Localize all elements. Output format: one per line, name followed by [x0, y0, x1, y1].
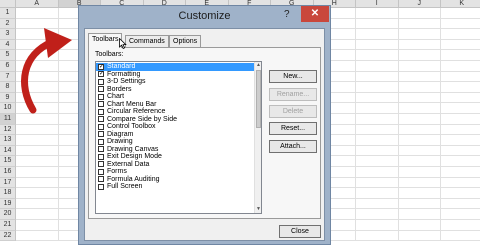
- row-header[interactable]: 13: [0, 135, 16, 146]
- checkbox[interactable]: [98, 101, 104, 107]
- list-item[interactable]: 3-D Settings: [96, 78, 254, 86]
- scroll-down-icon[interactable]: ▼: [255, 206, 261, 213]
- checkbox[interactable]: [98, 78, 104, 85]
- list-item[interactable]: Diagram: [96, 131, 254, 139]
- list-item-label: Exit Design Mode: [107, 153, 162, 160]
- checkbox[interactable]: [98, 176, 104, 182]
- close-button[interactable]: Close: [279, 225, 321, 238]
- list-item[interactable]: Exit Design Mode: [96, 153, 254, 161]
- row-header[interactable]: 19: [0, 198, 16, 210]
- checkbox[interactable]: [98, 183, 104, 190]
- list-item[interactable]: Forms: [96, 168, 254, 176]
- column-header[interactable]: K: [441, 0, 480, 8]
- list-item-label: External Data: [107, 160, 150, 168]
- checkbox[interactable]: [98, 131, 104, 137]
- list-item[interactable]: Chart Menu Bar: [96, 101, 254, 109]
- checkbox[interactable]: [98, 138, 104, 145]
- toolbars-label: Toolbars:: [95, 51, 124, 58]
- list-item[interactable]: Compare Side by Side: [96, 116, 254, 124]
- row-header[interactable]: 17: [0, 177, 16, 189]
- list-item[interactable]: Drawing Canvas: [96, 146, 254, 154]
- attach-button[interactable]: Attach...: [269, 140, 317, 153]
- column-gridline: [440, 8, 441, 240]
- close-window-button[interactable]: ✕: [301, 6, 329, 22]
- list-item[interactable]: Borders: [96, 86, 254, 94]
- tab-commands-label: Commands: [129, 38, 165, 45]
- mouse-pointer-icon: [119, 38, 127, 49]
- row-header[interactable]: 15: [0, 156, 16, 167]
- list-item-label: Formatting: [107, 70, 141, 78]
- list-item-label: Diagram: [107, 130, 134, 138]
- list-item[interactable]: Drawing: [96, 138, 254, 146]
- list-item[interactable]: Full Screen: [96, 183, 254, 191]
- list-item-label: Full Screen: [107, 183, 143, 190]
- column-header[interactable]: J: [398, 0, 441, 8]
- curved-arrow-icon: [21, 28, 72, 114]
- tab-toolbars-label: Toolbars: [92, 36, 119, 43]
- rename-button[interactable]: Rename...: [269, 88, 317, 101]
- list-item-label: Compare Side by Side: [107, 115, 178, 123]
- checkbox[interactable]: [98, 116, 104, 122]
- list-item[interactable]: Circular Reference: [96, 108, 254, 116]
- scroll-up-icon[interactable]: ▲: [255, 62, 261, 69]
- checkbox[interactable]: [98, 161, 104, 167]
- dialog-title: Customize: [178, 10, 231, 22]
- list-item[interactable]: Control Toolbox: [96, 123, 254, 131]
- dialog-body: Toolbars Commands Options Toolbars: ✓ Sta…: [84, 28, 325, 241]
- list-item-label: Drawing Canvas: [107, 145, 159, 153]
- row-header[interactable]: 21: [0, 220, 16, 231]
- list-item-label: Chart Menu Bar: [107, 100, 157, 108]
- row-header[interactable]: 14: [0, 145, 16, 157]
- vertical-scrollbar[interactable]: ▲ ▼: [254, 62, 261, 213]
- reset-button[interactable]: Reset...: [269, 122, 317, 135]
- row-header[interactable]: 12: [0, 124, 16, 136]
- list-item[interactable]: Chart: [96, 93, 254, 101]
- delete-button[interactable]: Delete: [269, 105, 317, 118]
- list-item-label: Borders: [107, 85, 132, 93]
- tab-toolbars[interactable]: Toolbars: [88, 33, 123, 48]
- checkbox[interactable]: [98, 146, 104, 152]
- customize-dialog: Customize ? ✕ Toolbars Commands Options …: [78, 5, 331, 245]
- column-gridline: [397, 8, 399, 240]
- list-item[interactable]: ✓ Formatting: [96, 71, 254, 79]
- row-header[interactable]: 16: [0, 167, 16, 178]
- list-item-label: Formula Auditing: [107, 175, 160, 183]
- help-button[interactable]: ?: [284, 9, 290, 20]
- checkbox[interactable]: [98, 168, 104, 175]
- checked-checkbox[interactable]: ✓: [98, 63, 104, 70]
- column-header[interactable]: I: [356, 0, 399, 8]
- column-gridline: [355, 8, 356, 240]
- list-item-label: 3-D Settings: [107, 78, 146, 85]
- toolbars-panel: Toolbars: ✓ Standard ✓ Formatting 3-D Settin…: [88, 47, 321, 219]
- list-item-label: Control Toolbox: [107, 123, 156, 130]
- list-item-label: Chart: [107, 93, 125, 100]
- list-item-label: Standard: [107, 63, 136, 70]
- checkbox[interactable]: [98, 123, 104, 130]
- new-button[interactable]: New...: [269, 70, 317, 83]
- checkbox[interactable]: [98, 86, 104, 92]
- scroll-thumb[interactable]: [256, 70, 261, 128]
- list-item[interactable]: Formula Auditing: [96, 176, 254, 184]
- checkbox[interactable]: [98, 93, 104, 100]
- checkbox[interactable]: [98, 108, 104, 115]
- tab-options-label: Options: [173, 38, 198, 45]
- list-item-label: Circular Reference: [107, 108, 166, 115]
- checkbox[interactable]: [98, 153, 104, 160]
- title-bar[interactable]: Customize ? ✕: [79, 6, 330, 28]
- toolbars-list[interactable]: ✓ Standard ✓ Formatting 3-D Settings Borders C…: [95, 61, 262, 214]
- list-item-label: Forms: [107, 168, 127, 175]
- list-item-label: Drawing: [107, 138, 133, 145]
- list-item[interactable]: ✓ Standard: [96, 63, 254, 71]
- row-header[interactable]: 20: [0, 209, 16, 220]
- checked-checkbox[interactable]: ✓: [98, 71, 104, 77]
- row-header[interactable]: 18: [0, 188, 16, 199]
- list-item[interactable]: External Data: [96, 161, 254, 169]
